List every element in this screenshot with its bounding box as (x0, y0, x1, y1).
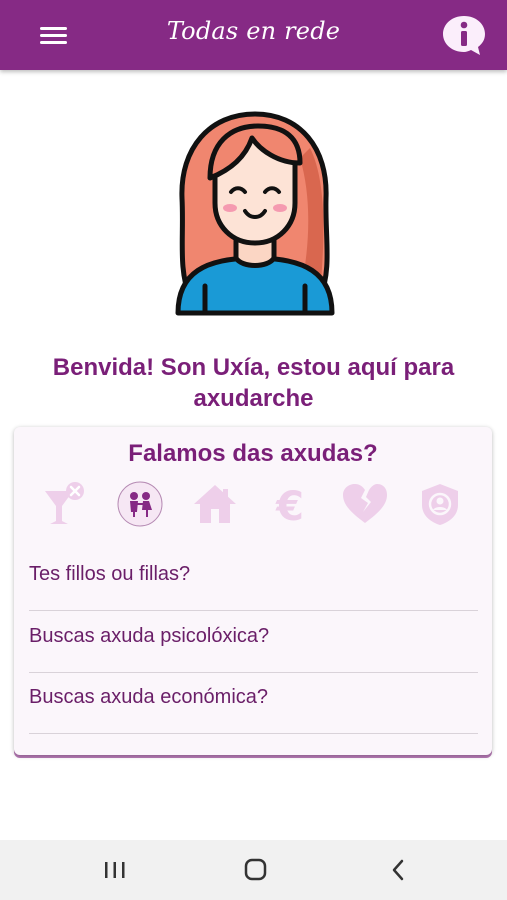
category-icons: € (14, 479, 492, 530)
question-psychological-help[interactable]: Buscas axuda psicolóxica? (29, 611, 478, 673)
broken-heart-icon[interactable] (340, 479, 390, 529)
uxia-avatar (160, 108, 350, 318)
question-children[interactable]: Tes fillos ou fillas? (29, 549, 478, 611)
euro-icon[interactable]: € (265, 479, 315, 530)
system-nav-bar (0, 840, 507, 900)
help-card: Falamos das axudas? € Tes fillos ou fill… (14, 427, 492, 755)
recents-icon[interactable] (98, 854, 132, 886)
app-title: Todas en rede (166, 17, 341, 45)
shield-person-icon[interactable] (415, 479, 465, 529)
info-chat-icon[interactable] (440, 13, 488, 57)
welcome-message: Benvida! Son Uxía, estou aquí para axuda… (52, 354, 455, 412)
svg-text:€: € (275, 484, 304, 529)
card-title: Falamos das axudas? (128, 440, 378, 467)
question-label: Buscas axuda económica? (29, 686, 269, 708)
house-icon[interactable] (190, 479, 240, 529)
cancel-drink-icon[interactable] (40, 479, 90, 529)
app-bar: Todas en rede (0, 0, 507, 70)
question-label: Tes fillos ou fillas? (29, 563, 191, 585)
question-label: Buscas axuda psicolóxica? (29, 625, 270, 647)
app-screen: Todas en rede Benvida! Son Uxía, estou a… (0, 0, 507, 900)
back-icon[interactable] (382, 854, 416, 886)
home-icon[interactable] (238, 854, 272, 886)
question-economic-help[interactable]: Buscas axuda económica? (29, 672, 478, 734)
children-icon[interactable] (115, 479, 165, 529)
